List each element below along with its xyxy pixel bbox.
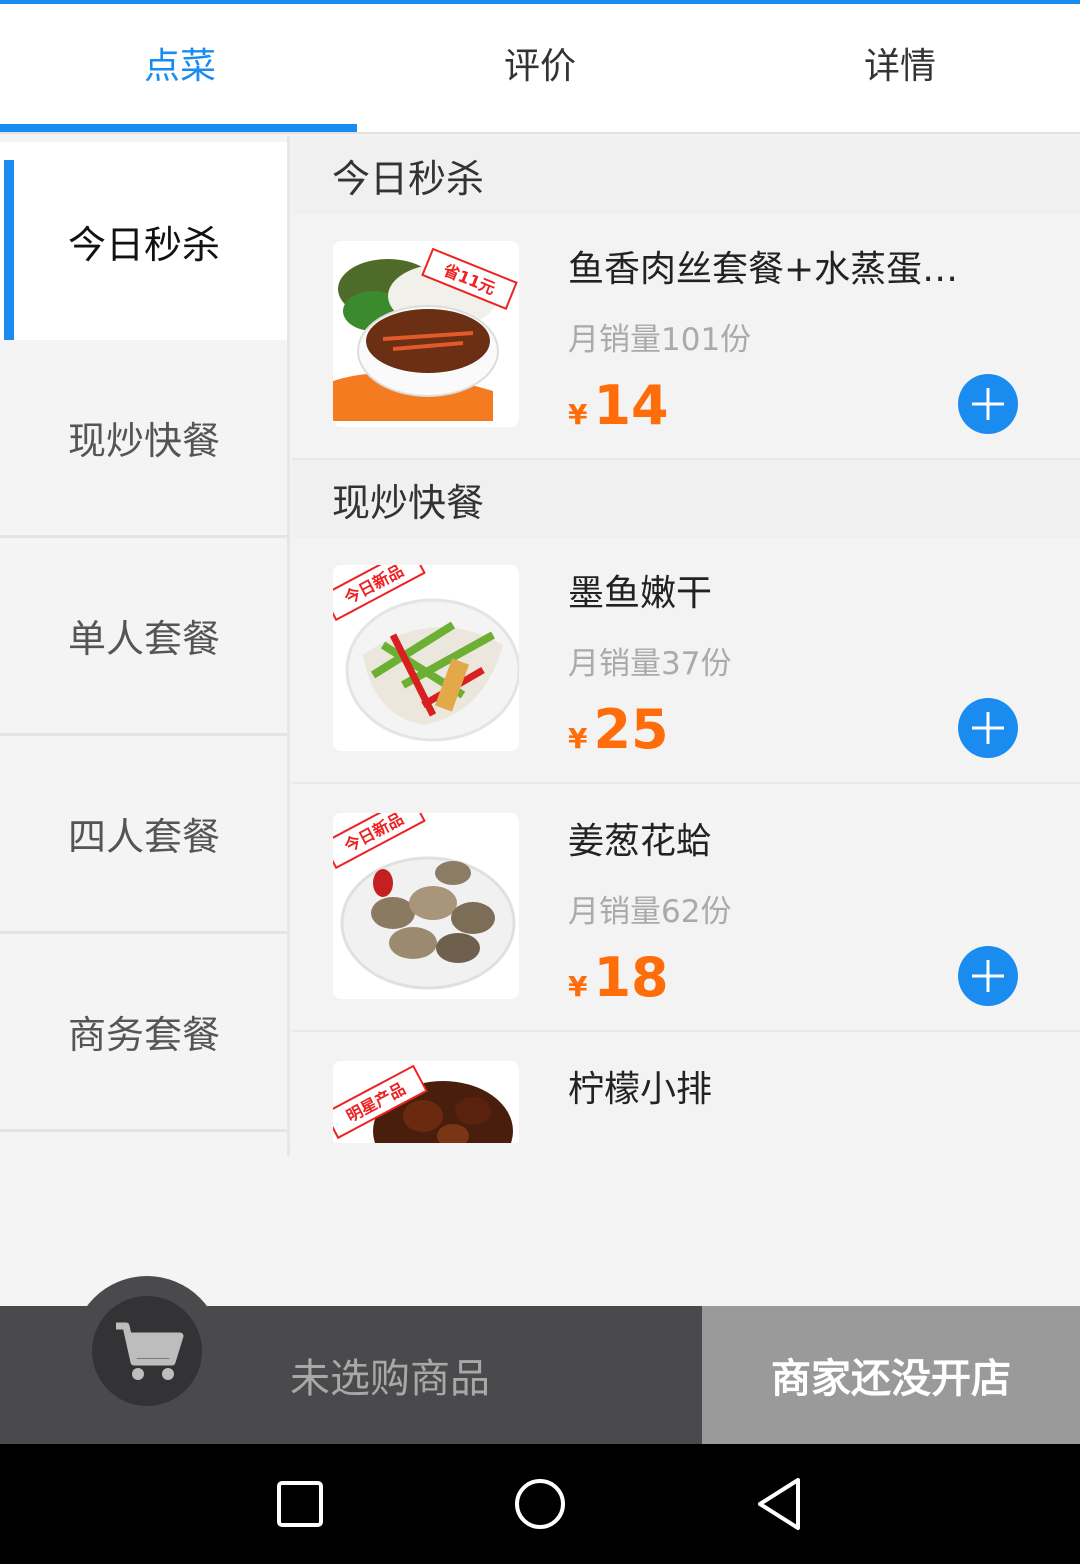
recent-apps-button[interactable] <box>270 1474 330 1534</box>
category-item-single-set[interactable]: 单人套餐 <box>0 538 287 736</box>
tab-reviews[interactable]: 评价 <box>360 4 720 122</box>
dish-image: 省11元 <box>333 241 519 427</box>
tab-bar: 点菜 评价 详情 <box>0 4 1080 134</box>
category-item-quick-meal[interactable]: 现炒快餐 <box>0 340 287 538</box>
dish-name: 鱼香肉丝套餐+水蒸蛋… <box>568 249 959 290</box>
square-icon <box>277 1481 323 1527</box>
dish-sales: 月销量37份 <box>568 646 732 682</box>
cart-empty-text: 未选购商品 <box>290 1356 490 1402</box>
category-active-bar <box>4 160 14 342</box>
add-to-cart-button[interactable] <box>958 374 1018 434</box>
shopping-cart-icon <box>116 1322 184 1380</box>
dish-name: 姜葱花蛤 <box>568 821 713 862</box>
tab-order[interactable]: 点菜 <box>0 4 360 122</box>
category-label: 今日秒杀 <box>67 222 220 267</box>
dish-sales: 月销量101份 <box>568 322 752 358</box>
dish-price: ¥14 <box>568 374 669 437</box>
category-item-four-person-set[interactable]: 四人套餐 <box>0 736 287 934</box>
back-button[interactable] <box>750 1474 810 1534</box>
dish-name: 墨鱼嫩干 <box>568 573 713 614</box>
category-item-partial[interactable] <box>0 1132 287 1156</box>
plus-icon <box>972 960 1004 992</box>
dish-sales: 月销量62份 <box>568 894 732 930</box>
plus-icon <box>972 388 1004 420</box>
plus-icon <box>972 712 1004 744</box>
dish-item[interactable]: 省11元 鱼香肉丝套餐+水蒸蛋… 月销量101份 ¥14 <box>292 214 1080 460</box>
dish-image: 今日新品 <box>333 813 519 999</box>
section-header: 今日秒杀 <box>292 136 1080 214</box>
dish-price: ¥18 <box>568 946 669 1009</box>
tab-details[interactable]: 详情 <box>720 4 1080 122</box>
category-label: 现炒快餐 <box>67 419 220 463</box>
dish-item[interactable]: 明星产品 柠檬小排 <box>292 1034 1080 1144</box>
dish-list: 今日秒杀 省11元 鱼香肉丝套餐+水蒸蛋… 月销量101份 ¥ 14 现炒快餐 … <box>292 136 1080 1144</box>
cart-button-ring <box>72 1276 222 1426</box>
category-label: 四人套餐 <box>67 815 220 859</box>
category-label: 单人套餐 <box>67 617 220 661</box>
currency-symbol: ¥ <box>568 970 588 1003</box>
category-item-flash-sale[interactable]: 今日秒杀 <box>0 142 287 342</box>
category-label: 商务套餐 <box>67 1013 220 1057</box>
category-menu: 今日秒杀 现炒快餐 单人套餐 四人套餐 商务套餐 <box>0 136 290 1156</box>
currency-symbol: ¥ <box>568 398 588 431</box>
section-header: 现炒快餐 <box>292 460 1080 538</box>
dish-price: ¥25 <box>568 698 669 761</box>
home-button[interactable] <box>510 1474 570 1534</box>
dish-image: 今日新品 <box>333 565 519 751</box>
price-value: 25 <box>593 698 669 761</box>
store-closed-button[interactable]: 商家还没开店 <box>702 1306 1080 1444</box>
tab-indicator <box>0 124 357 132</box>
screen: 点菜 评价 详情 今日秒杀 现炒快餐 单人套餐 四人套餐 商务套餐 今日秒杀 省… <box>0 0 1080 1564</box>
dish-item[interactable]: 今日新品 墨鱼嫩干 月销量37份 ¥25 <box>292 538 1080 784</box>
back-triangle-icon <box>758 1478 800 1530</box>
dish-image: 明星产品 <box>333 1061 519 1143</box>
dish-item[interactable]: 今日新品 姜葱花蛤 月销量62份 ¥18 <box>292 786 1080 1032</box>
add-to-cart-button[interactable] <box>958 698 1018 758</box>
category-item-business-set[interactable]: 商务套餐 <box>0 934 287 1132</box>
system-nav-bar <box>0 1444 1080 1564</box>
cart-button[interactable] <box>92 1296 202 1406</box>
price-value: 14 <box>593 374 669 437</box>
currency-symbol: ¥ <box>568 722 588 755</box>
circle-icon <box>515 1479 565 1529</box>
price-value: 18 <box>593 946 669 1009</box>
add-to-cart-button[interactable] <box>958 946 1018 1006</box>
dish-name: 柠檬小排 <box>568 1069 713 1110</box>
